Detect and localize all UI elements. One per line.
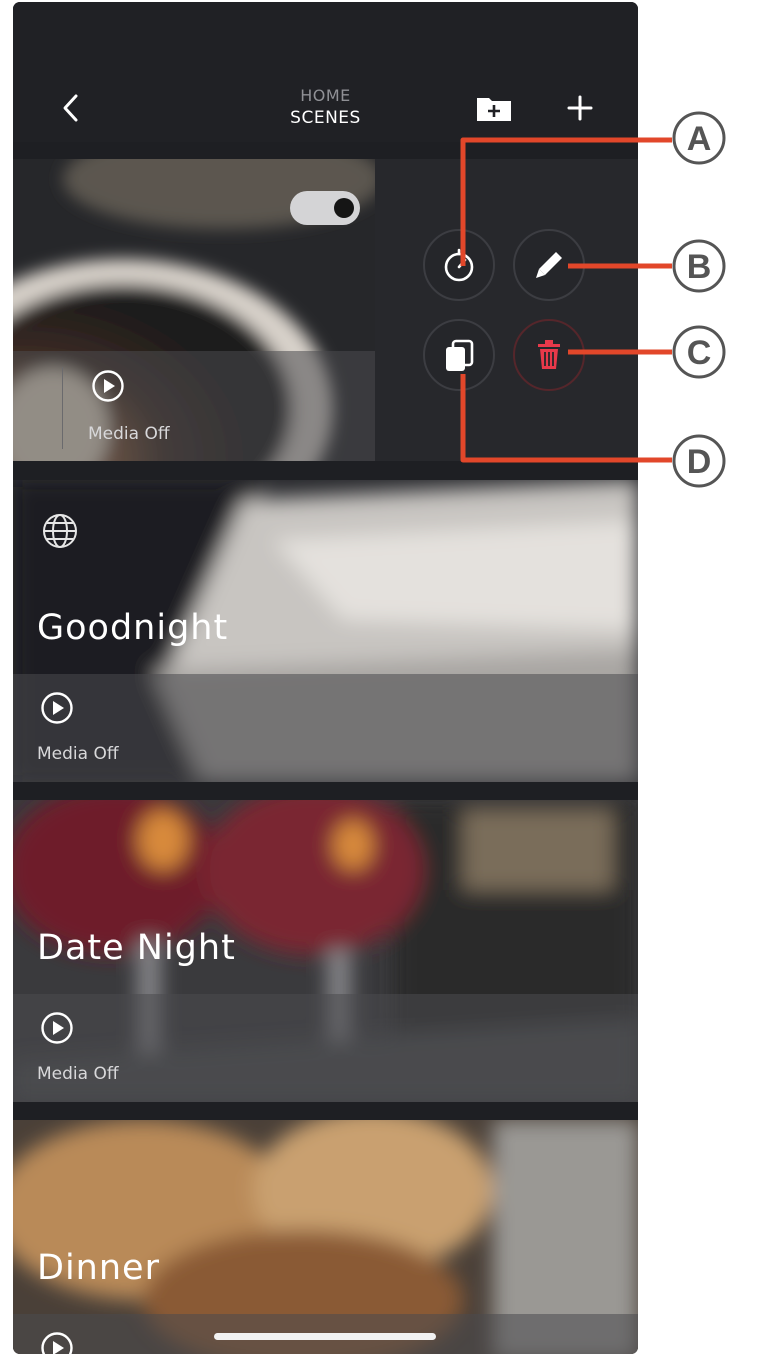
scene-name: Goodnight [37,608,229,648]
play-circle-icon[interactable] [40,1331,74,1354]
header: HOME SCENES [13,2,638,142]
media-status: Media Off [37,1064,119,1084]
scene-card[interactable]: Media Off [13,159,375,461]
media-status: Media Off [37,744,119,764]
page-title: SCENES [290,108,361,128]
edit-button[interactable] [513,229,585,301]
phone-screen: HOME SCENES Media Off Goodnight Media Of… [13,2,638,1354]
add-folder-button[interactable] [475,92,513,124]
add-scene-button[interactable] [564,92,596,124]
play-circle-icon[interactable] [40,1011,74,1045]
media-bar [13,351,375,461]
scene-card[interactable]: Goodnight Media Off [13,480,638,782]
page-title-context: HOME [300,86,351,105]
pencil-icon [536,252,562,278]
timer-button[interactable] [423,229,495,301]
callout-label-d: D [687,443,712,481]
scene-card[interactable]: Dinner [13,1120,638,1354]
folder-add-icon [477,98,511,121]
media-bar [13,674,638,782]
media-bar [13,994,638,1102]
delete-button[interactable] [513,319,585,391]
trash-icon [538,340,560,369]
globe-icon [43,514,77,548]
play-circle-icon[interactable] [40,691,74,725]
toggle-knob [334,198,354,218]
scene-name: Date Night [37,928,236,968]
home-indicator [214,1333,436,1340]
media-status: Media Off [88,424,170,444]
play-circle-icon[interactable] [91,369,125,403]
callout-label-b: B [687,248,712,286]
scene-name: Dinner [37,1248,160,1288]
divider [62,367,63,449]
stopwatch-icon [444,248,474,282]
scene-toggle[interactable] [290,191,360,225]
callout-label-c: C [687,334,712,372]
plus-icon [567,95,593,121]
copy-icon [446,339,474,371]
duplicate-button[interactable] [423,319,495,391]
callout-label-a: A [687,120,712,158]
scene-card[interactable]: Date Night Media Off [13,800,638,1102]
scene-actions-panel [375,159,638,461]
